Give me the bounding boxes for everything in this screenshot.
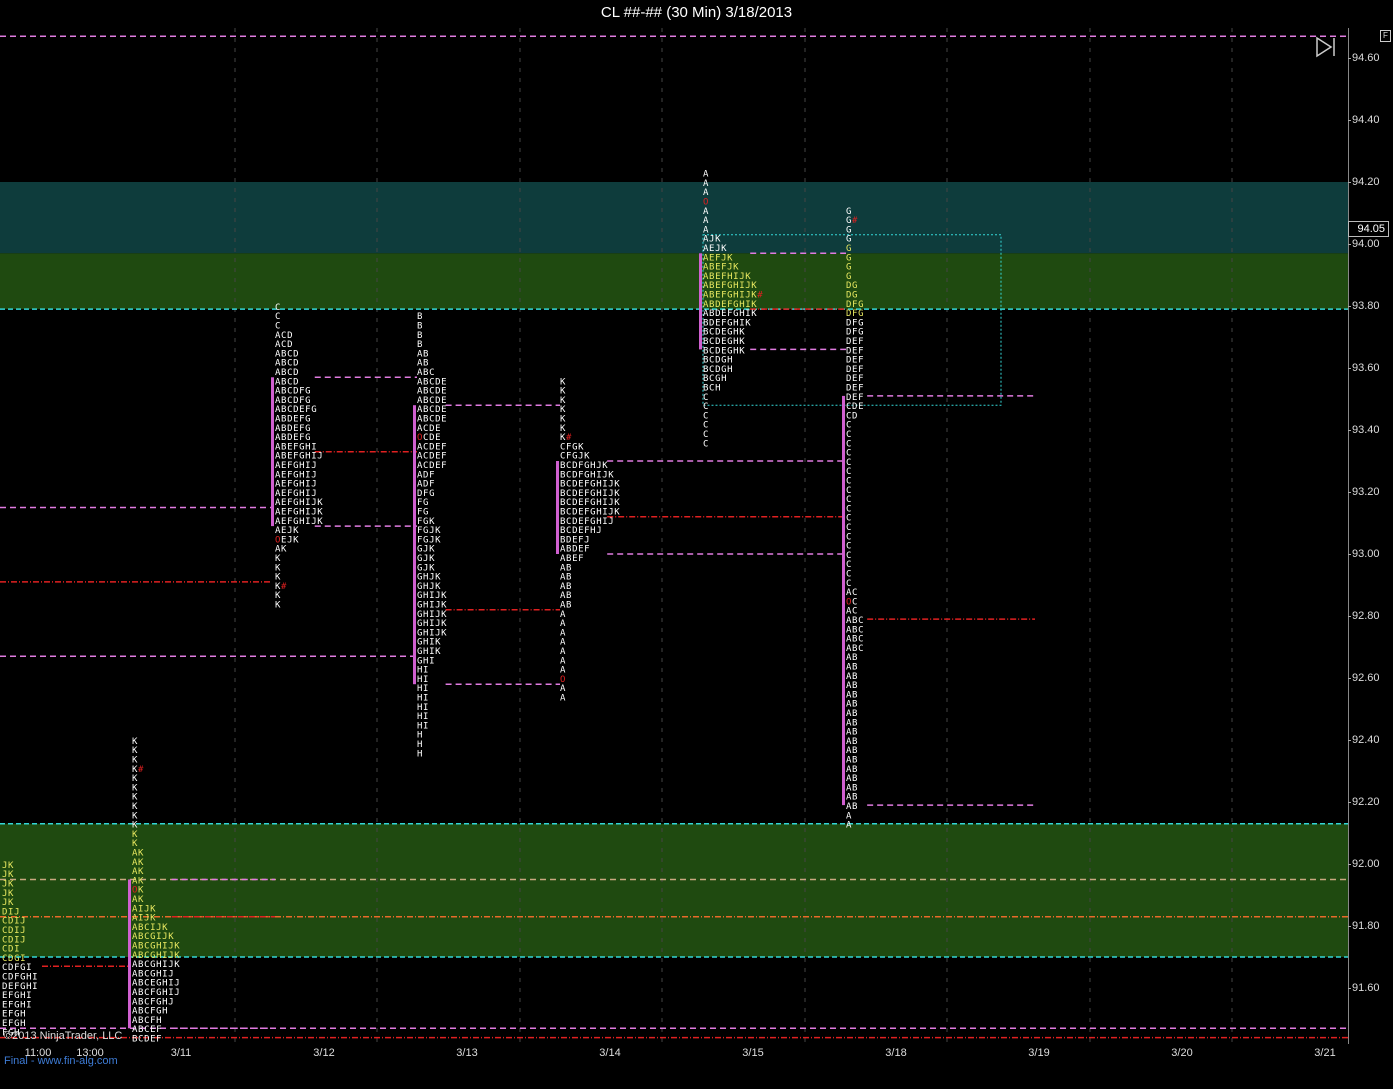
price-tick-label: 94.40: [1348, 114, 1380, 126]
tpo-row: A: [560, 694, 566, 704]
price-tick-label: 94.00: [1348, 238, 1380, 250]
tpo-row: H: [417, 749, 423, 759]
time-axis[interactable]: 11:00 13:00 3/11 3/12 3/13 3/14 3/15 3/18 3/19 3/…: [0, 1045, 1348, 1065]
price-tick-label: 93.60: [1348, 362, 1380, 374]
value-area-bar: [699, 253, 702, 350]
price-tick-label: 94.60: [1348, 52, 1380, 64]
chart-panel[interactable]: JK JK JK JK JK DIJ CDIJ CDIJ CDIJ CDI CDGI CDFGI CDF…: [0, 28, 1349, 1044]
window-title: CL ##-## (30 Min) 3/18/2013: [600, 4, 793, 21]
value-area-bar: [556, 461, 559, 554]
time-tick-label: 3/15: [742, 1047, 764, 1059]
time-tick-label: 3/11: [170, 1047, 192, 1059]
tpo-row: K: [275, 601, 281, 611]
price-tick-label: 92.20: [1348, 796, 1380, 808]
price-tick-label: 93.40: [1348, 424, 1380, 436]
price-tick-label: 93.20: [1348, 486, 1380, 498]
current-price-badge: 94.05: [1348, 220, 1389, 237]
tpo-row: BCDEF: [132, 1035, 162, 1045]
value-area-bar: [413, 405, 416, 685]
value-area-bar: [128, 879, 131, 1029]
time-tick-label: 3/13: [456, 1047, 478, 1059]
price-axis[interactable]: 94.60 94.40 94.20 94.00 93.80 93.60 93.40 93.20…: [1348, 28, 1393, 1044]
market-profile-chart[interactable]: JKJKJKJKJKDIJCDIJCDIJCDIJCDICDGICDFGICDF…: [0, 28, 1348, 1044]
nav-end-icon[interactable]: [1315, 36, 1339, 58]
price-tick-label: 93.80: [1348, 300, 1380, 312]
price-tick-label: 92.40: [1348, 734, 1380, 746]
tpo-row: A: [846, 821, 852, 831]
time-tick-label: 3/19: [1028, 1047, 1050, 1059]
time-tick-label: 3/20: [1171, 1047, 1193, 1059]
time-tick-label: 3/12: [313, 1047, 335, 1059]
scale-toggle-button[interactable]: F: [1380, 30, 1391, 42]
value-area-bar: [842, 395, 845, 806]
time-tick-label: 3/14: [599, 1047, 621, 1059]
price-tick-label: 91.60: [1348, 982, 1380, 994]
value-area-bar: [271, 377, 274, 527]
footer-note: Final - www.fin-alg.com: [4, 1055, 118, 1067]
zone-teal: [0, 182, 1348, 254]
price-tick-label: 92.00: [1348, 858, 1380, 870]
price-tick-label: 93.00: [1348, 548, 1380, 560]
zone-green-upper: [0, 253, 1348, 310]
price-tick-label: 91.80: [1348, 920, 1380, 932]
time-tick-label: 3/21: [1314, 1047, 1336, 1059]
zone-green-lower: [0, 823, 1348, 957]
price-tick-label: 94.20: [1348, 176, 1380, 188]
time-tick-label: 3/18: [885, 1047, 907, 1059]
tpo-row: C: [703, 439, 709, 449]
copyright-text: ©2013 NinjaTrader, LLC: [4, 1030, 123, 1042]
price-tick-label: 92.60: [1348, 672, 1380, 684]
price-tick-label: 92.80: [1348, 610, 1380, 622]
